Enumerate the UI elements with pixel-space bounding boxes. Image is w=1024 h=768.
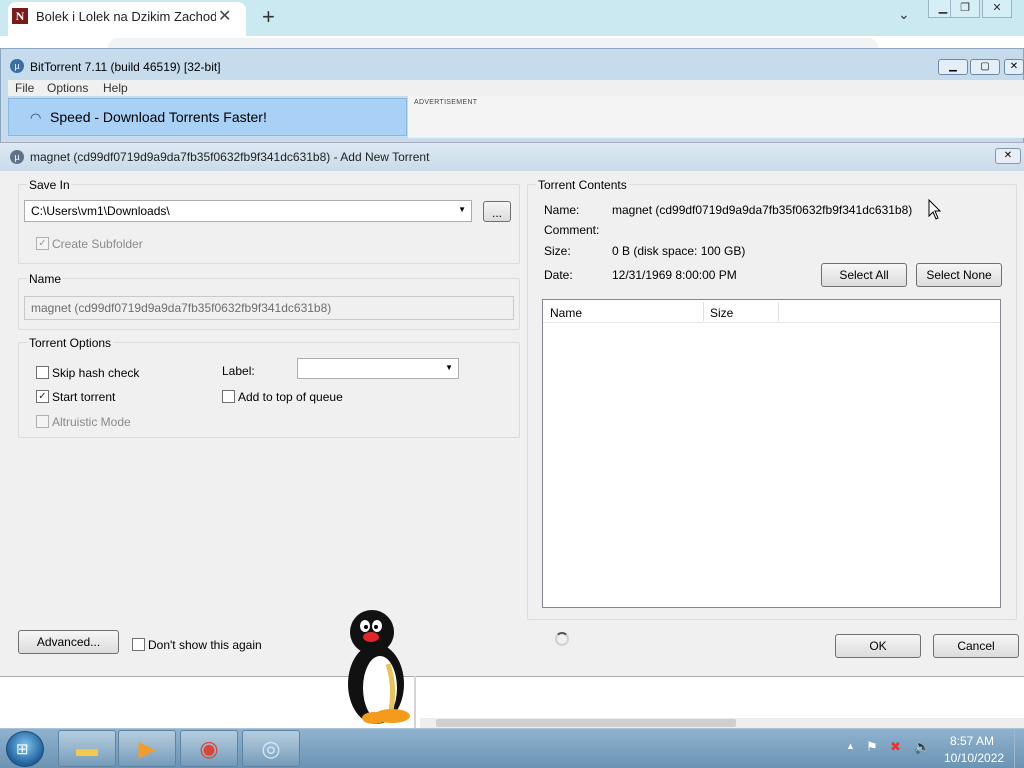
cancel-button[interactable]: Cancel — [933, 634, 1019, 658]
network-error-icon[interactable]: ✖ — [890, 739, 901, 755]
menu-options[interactable]: Options — [47, 81, 88, 95]
taskbar-file-explorer[interactable]: ▬ — [58, 730, 116, 767]
advanced-button-label: Advanced... — [36, 635, 101, 649]
mouse-cursor-icon — [928, 199, 942, 220]
info-size-value: 0 B (disk space: 100 GB) — [612, 244, 746, 258]
skip-hash-checkbox[interactable] — [36, 366, 49, 379]
save-in-group — [18, 184, 520, 264]
scrollbar-thumb[interactable] — [436, 719, 736, 727]
dont-show-label: Don't show this again — [148, 638, 262, 652]
file-list-header — [543, 300, 1000, 323]
dont-show-checkbox[interactable] — [132, 638, 145, 651]
select-all-button[interactable]: Select All — [821, 263, 907, 287]
new-tab-plus-icon[interactable]: + — [262, 4, 275, 30]
bittorrent-logo-icon: µ — [10, 150, 24, 164]
column-name-header[interactable]: Name — [550, 306, 582, 320]
media-player-icon: ▶ — [138, 736, 156, 761]
tray-expand-icon[interactable]: ▲ — [846, 741, 855, 751]
create-subfolder-label: Create Subfolder — [52, 237, 143, 251]
chrome-icon: ◉ — [199, 736, 219, 761]
torrent-name-value: magnet (cd99df0719d9a9da7fb35f0632fb9f34… — [31, 301, 332, 315]
tab-favicon-icon: N — [12, 8, 28, 24]
column-size-header[interactable]: Size — [710, 306, 733, 320]
dialog-close-icon[interactable]: ✕ — [995, 148, 1021, 164]
start-torrent-checkbox[interactable]: ✓ — [36, 390, 49, 403]
torrent-options-label: Torrent Options — [27, 336, 114, 350]
maximize-icon[interactable]: ▢ — [970, 59, 1000, 75]
skip-hash-label: Skip hash check — [52, 366, 140, 380]
chevron-down-icon[interactable]: ▼ — [445, 363, 453, 372]
bittorrent-icon: ◎ — [261, 736, 281, 761]
select-none-label: Select None — [926, 268, 992, 282]
chevron-down-icon[interactable]: ⌄ — [898, 6, 910, 23]
label-combobox[interactable]: ▼ — [297, 358, 459, 379]
browse-button[interactable]: ... — [483, 201, 511, 222]
window-title: BitTorrent 7.11 (build 46519) [32-bit] — [30, 60, 221, 74]
volume-icon[interactable]: 🔈 — [914, 739, 930, 755]
label-field-label: Label: — [222, 364, 255, 378]
menu-help[interactable]: Help — [103, 81, 128, 95]
windows-logo-icon: ⊞ — [16, 741, 29, 758]
loading-spinner-icon — [555, 632, 569, 646]
taskbar-bittorrent[interactable]: ◎ — [242, 730, 300, 767]
save-path-combobox[interactable]: C:\Users\vm1\Downloads\ ▼ — [24, 200, 472, 222]
clock-time[interactable]: 8:57 AM — [950, 734, 994, 748]
create-subfolder-checkbox[interactable]: ✓ — [36, 237, 49, 250]
select-none-button[interactable]: Select None — [916, 263, 1002, 287]
pingu-mascot-image — [348, 610, 410, 724]
speed-banner-text[interactable]: Speed - Download Torrents Faster! — [50, 109, 267, 125]
window-close-icon[interactable]: ✕ — [1004, 59, 1024, 75]
window-close-icon[interactable]: ✕ — [982, 0, 1012, 18]
menu-file[interactable]: File — [15, 81, 34, 95]
cancel-button-label: Cancel — [957, 639, 995, 653]
add-to-top-label: Add to top of queue — [238, 390, 343, 404]
clock-date[interactable]: 10/10/2022 — [944, 751, 1004, 765]
menu-bar — [8, 80, 1024, 96]
info-name-key: Name: — [544, 203, 580, 217]
taskbar-chrome[interactable]: ◉ — [180, 730, 238, 767]
advanced-button[interactable]: Advanced... — [18, 630, 119, 654]
folder-icon: ▬ — [76, 736, 98, 761]
browse-button-label: ... — [491, 206, 502, 220]
show-desktop-button[interactable] — [1014, 729, 1024, 768]
save-path-value: C:\Users\vm1\Downloads\ — [31, 204, 170, 218]
column-separator[interactable] — [778, 302, 779, 321]
advertisement-area — [408, 96, 1024, 138]
column-separator[interactable] — [703, 302, 704, 321]
add-to-top-checkbox[interactable] — [222, 390, 235, 403]
info-size-key: Size: — [544, 244, 571, 258]
ok-button[interactable]: OK — [835, 634, 921, 658]
torrent-name-field: magnet (cd99df0719d9a9da7fb35f0632fb9f34… — [24, 296, 514, 320]
info-comment-key: Comment: — [544, 223, 600, 237]
advertisement-label: ADVERTISEMENT — [414, 99, 478, 106]
select-all-label: Select All — [839, 268, 889, 282]
action-center-icon[interactable]: ⚑ — [866, 739, 878, 755]
tab-title: Bolek i Lolek na Dzikim Zachodzie — [36, 9, 216, 24]
restore-icon[interactable]: ❐ — [950, 0, 980, 18]
chevron-down-icon[interactable]: ▼ — [458, 205, 466, 214]
speedometer-icon: ◠ — [30, 110, 42, 125]
file-list[interactable] — [542, 299, 1001, 608]
close-icon[interactable]: ✕ — [218, 6, 231, 26]
name-group-label: Name — [27, 272, 64, 286]
altruistic-mode-checkbox[interactable] — [36, 415, 49, 428]
bittorrent-logo-icon: µ — [10, 59, 24, 73]
info-name-value: magnet (cd99df0719d9a9da7fb35f0632fb9f34… — [612, 203, 913, 217]
minimize-icon[interactable]: ▁ — [938, 59, 968, 75]
start-torrent-label: Start torrent — [52, 390, 116, 404]
ok-button-label: OK — [869, 639, 887, 653]
torrent-contents-label: Torrent Contents — [536, 178, 629, 192]
info-date-key: Date: — [544, 268, 573, 282]
dialog-title: magnet (cd99df0719d9a9da7fb35f0632fb9f34… — [30, 150, 430, 164]
taskbar-media-player[interactable]: ▶ — [118, 730, 176, 767]
altruistic-mode-label: Altruistic Mode — [52, 415, 131, 429]
info-date-value: 12/31/1969 8:00:00 PM — [612, 268, 737, 282]
save-in-label: Save In — [27, 178, 72, 192]
